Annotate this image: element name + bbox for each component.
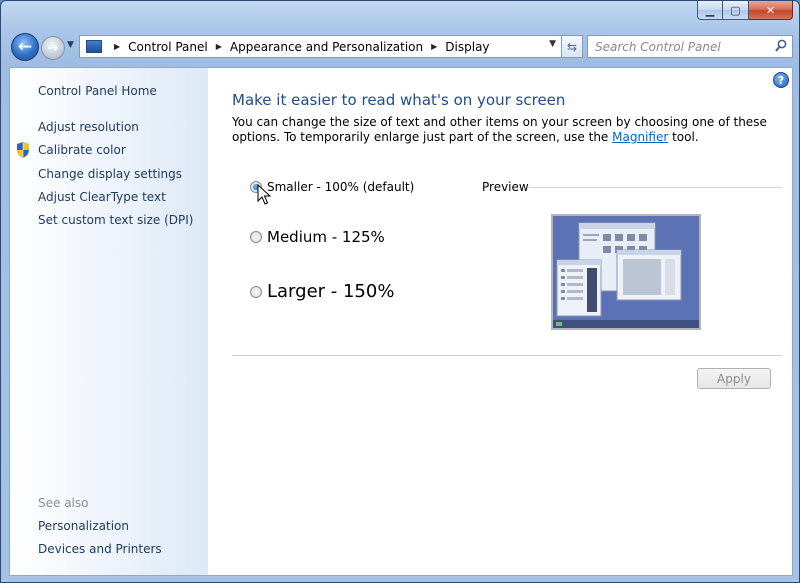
- sidebar-item-devices-printers[interactable]: Devices and Printers: [38, 542, 162, 556]
- sidebar-item-calibrate-color[interactable]: Calibrate color: [38, 143, 126, 157]
- preview-divider: [528, 187, 782, 188]
- address-dropdown-icon[interactable]: ▼: [549, 39, 556, 49]
- sidebar: Control Panel Home Adjust resolution Cal…: [10, 68, 208, 575]
- sidebar-item-change-display-settings[interactable]: Change display settings: [38, 167, 182, 181]
- main-panel: ? Make it easier to read what's on your …: [208, 68, 792, 575]
- sidebar-item-control-panel-home[interactable]: Control Panel Home: [38, 84, 157, 98]
- preview-desktop-icon: [553, 216, 699, 328]
- sidebar-item-personalization[interactable]: Personalization: [38, 519, 129, 533]
- breadcrumb-control-panel[interactable]: Control Panel: [128, 40, 208, 54]
- option-medium[interactable]: Medium - 125%: [250, 228, 385, 246]
- forward-arrow-icon[interactable]: →: [41, 36, 65, 60]
- control-panel-icon: [86, 40, 102, 53]
- page-title: Make it easier to read what's on your sc…: [232, 91, 566, 109]
- magnifier-search-icon[interactable]: [775, 39, 787, 53]
- breadcrumb-chevron-icon[interactable]: ▶: [216, 42, 222, 51]
- see-also-heading: See also: [38, 496, 89, 510]
- maximize-button[interactable]: ▢: [723, 1, 749, 20]
- close-button[interactable]: ✕: [749, 1, 793, 20]
- help-icon[interactable]: ?: [773, 72, 789, 88]
- description-text-end: tool.: [668, 130, 699, 144]
- option-medium-label[interactable]: Medium - 125%: [267, 228, 385, 246]
- mouse-cursor-icon: [257, 184, 271, 205]
- recent-pages-dropdown-icon[interactable]: ▼: [67, 40, 74, 50]
- option-larger-label[interactable]: Larger - 150%: [267, 281, 394, 302]
- section-divider: [232, 355, 782, 356]
- search-placeholder: Search Control Panel: [595, 39, 721, 54]
- breadcrumb-display[interactable]: Display: [445, 40, 489, 54]
- control-panel-window: ▁ ▢ ✕ ← → ▼ ▶ Control Panel ▶ Appearance…: [0, 0, 800, 583]
- display-preview-image: [551, 214, 701, 330]
- apply-button[interactable]: Apply: [697, 368, 771, 389]
- caption-buttons: ▁ ▢ ✕: [697, 1, 793, 20]
- back-arrow-icon[interactable]: ←: [11, 33, 39, 61]
- preview-label: Preview: [482, 180, 529, 194]
- address-bar[interactable]: ▶ Control Panel ▶ Appearance and Persona…: [79, 35, 563, 58]
- breadcrumb-appearance[interactable]: Appearance and Personalization: [230, 40, 423, 54]
- magnifier-link[interactable]: Magnifier: [612, 130, 668, 144]
- breadcrumb-chevron-icon[interactable]: ▶: [114, 42, 120, 51]
- navigation-bar: ← → ▼ ▶ Control Panel ▶ Appearance and P…: [9, 32, 793, 62]
- option-smaller[interactable]: Smaller - 100% (default): [250, 180, 414, 194]
- page-description: You can change the size of text and othe…: [232, 115, 772, 145]
- breadcrumb-chevron-icon[interactable]: ▶: [431, 42, 437, 51]
- radio-medium[interactable]: [250, 231, 262, 243]
- sidebar-item-adjust-cleartype[interactable]: Adjust ClearType text: [38, 190, 166, 204]
- content-area: Control Panel Home Adjust resolution Cal…: [9, 67, 793, 576]
- search-input[interactable]: Search Control Panel: [587, 35, 793, 58]
- uac-shield-icon: [17, 142, 29, 158]
- option-smaller-label[interactable]: Smaller - 100% (default): [267, 180, 414, 194]
- option-larger[interactable]: Larger - 150%: [250, 281, 394, 302]
- refresh-icon[interactable]: ⇆: [561, 35, 583, 58]
- radio-larger[interactable]: [250, 285, 262, 298]
- sidebar-item-custom-text-size[interactable]: Set custom text size (DPI): [38, 213, 193, 227]
- sidebar-item-adjust-resolution[interactable]: Adjust resolution: [38, 120, 139, 134]
- minimize-button[interactable]: ▁: [697, 1, 723, 20]
